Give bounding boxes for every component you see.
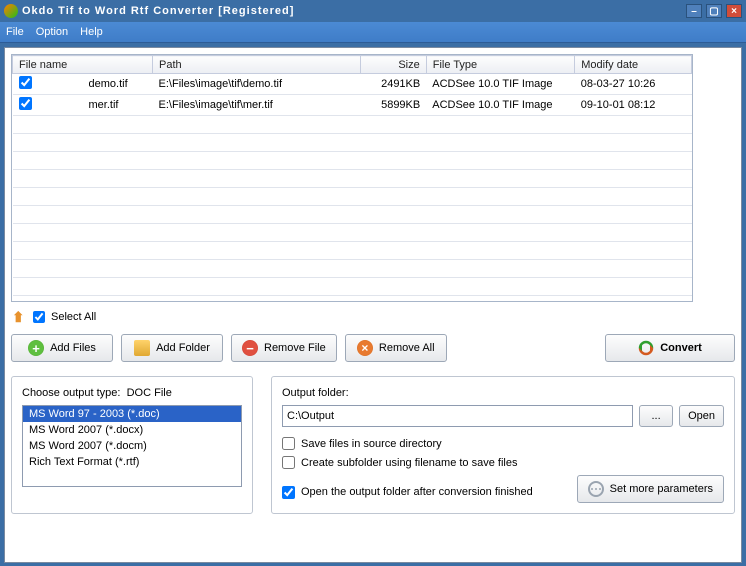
cell-date: 08-03-27 10:26 [575,74,692,95]
output-type-group: Choose output type: DOC File MS Word 97 … [11,376,253,514]
col-type[interactable]: File Type [426,56,575,74]
set-more-parameters-button[interactable]: Set more parameters [577,475,724,503]
cell-type: ACDSee 10.0 TIF Image [426,95,575,116]
open-folder-button[interactable]: Open [679,405,724,427]
output-type-label: Choose output type: DOC File [22,387,242,399]
output-path-input[interactable] [282,405,633,427]
col-filename[interactable]: File name [13,56,153,74]
cell-type: ACDSee 10.0 TIF Image [426,74,575,95]
convert-button[interactable]: Convert [605,334,735,362]
close-button[interactable]: × [726,4,742,18]
folder-up-icon[interactable] [13,310,27,324]
file-list[interactable]: File name Path Size File Type Modify dat… [11,54,693,302]
workspace: File name Path Size File Type Modify dat… [4,47,742,563]
subfolder-checkbox[interactable] [282,456,295,469]
save-source-checkbox[interactable] [282,437,295,450]
output-type-option[interactable]: MS Word 2007 (*.docx) [23,422,241,438]
save-source-label[interactable]: Save files in source directory [301,438,442,450]
open-after-checkbox[interactable] [282,486,295,499]
table-row[interactable]: mer.tifE:\Files\image\tif\mer.tif5899KBA… [13,95,692,116]
menu-file[interactable]: File [6,26,24,38]
remove-icon [242,340,258,356]
row-checkbox[interactable] [19,97,32,110]
col-size[interactable]: Size [360,56,426,74]
add-folder-button[interactable]: Add Folder [121,334,223,362]
output-type-listbox[interactable]: MS Word 97 - 2003 (*.doc)MS Word 2007 (*… [22,405,242,487]
cell-size: 5899KB [360,95,426,116]
remove-all-icon [357,340,373,356]
row-checkbox[interactable] [19,76,32,89]
reorder-arrows [741,56,746,166]
table-row[interactable]: demo.tifE:\Files\image\tif\demo.tif2491K… [13,74,692,95]
gear-icon [588,481,604,497]
cell-size: 2491KB [360,74,426,95]
output-folder-group: Output folder: ... Open Save files in so… [271,376,735,514]
output-type-option[interactable]: MS Word 97 - 2003 (*.doc) [23,406,241,422]
menubar: File Option Help [0,22,746,43]
add-files-button[interactable]: Add Files [11,334,113,362]
remove-all-button[interactable]: Remove All [345,334,447,362]
cell-filename: mer.tif [83,95,153,116]
menu-option[interactable]: Option [36,26,68,38]
cell-path: E:\Files\image\tif\mer.tif [153,95,361,116]
output-folder-label: Output folder: [282,387,724,399]
folder-icon [134,340,150,356]
maximize-button[interactable]: ▢ [706,4,722,18]
col-path[interactable]: Path [153,56,361,74]
cell-path: E:\Files\image\tif\demo.tif [153,74,361,95]
output-type-option[interactable]: Rich Text Format (*.rtf) [23,454,241,470]
window-title: Okdo Tif to Word Rtf Converter [Register… [22,5,686,17]
select-all-label[interactable]: Select All [51,311,96,323]
cell-filename: demo.tif [83,74,153,95]
browse-button[interactable]: ... [639,405,673,427]
add-icon [28,340,44,356]
convert-icon [638,340,654,356]
output-type-option[interactable]: MS Word 2007 (*.docm) [23,438,241,454]
select-all-checkbox[interactable] [33,311,45,323]
menu-help[interactable]: Help [80,26,103,38]
table-header: File name Path Size File Type Modify dat… [13,56,692,74]
app-icon [4,4,18,18]
minimize-button[interactable]: – [686,4,702,18]
titlebar: Okdo Tif to Word Rtf Converter [Register… [0,0,746,22]
col-date[interactable]: Modify date [575,56,692,74]
cell-date: 09-10-01 08:12 [575,95,692,116]
subfolder-label[interactable]: Create subfolder using filename to save … [301,457,517,469]
remove-file-button[interactable]: Remove File [231,334,337,362]
open-after-label[interactable]: Open the output folder after conversion … [301,486,533,498]
